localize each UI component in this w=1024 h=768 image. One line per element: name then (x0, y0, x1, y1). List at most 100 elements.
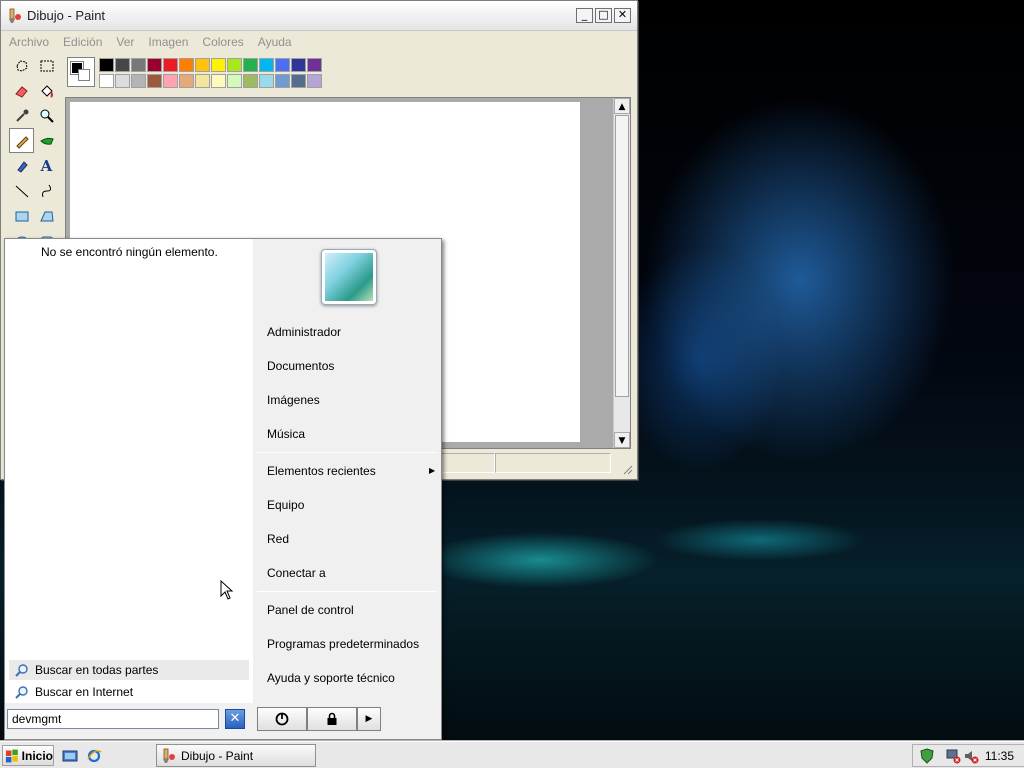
color-swatch[interactable] (307, 74, 322, 88)
color-swatch[interactable] (179, 74, 194, 88)
color-swatch[interactable] (99, 74, 114, 88)
window-title: Dibujo - Paint (27, 8, 106, 23)
start-search-input[interactable]: devmgmt (7, 709, 219, 729)
menu-item-imagenes[interactable]: Imágenes (267, 393, 320, 407)
menu-item-programas-predeterminados[interactable]: Programas predeterminados (267, 637, 419, 651)
title-bar[interactable]: Dibujo - Paint _ □ ✕ (1, 1, 637, 31)
menu-item-documentos[interactable]: Documentos (267, 359, 334, 373)
scroll-down-icon[interactable]: ▼ (614, 432, 630, 448)
menu-item-administrador[interactable]: Administrador (267, 325, 341, 339)
color-swatch[interactable] (115, 58, 130, 72)
free-select-icon[interactable] (9, 53, 34, 78)
fill-icon[interactable] (34, 78, 59, 103)
menu-item-equipo[interactable]: Equipo (267, 498, 304, 512)
menu-item-panel-de-control[interactable]: Panel de control (267, 603, 354, 617)
menu-edicion[interactable]: Edición (63, 35, 102, 49)
menu-item-red[interactable]: Red (267, 532, 289, 546)
lock-icon (327, 712, 337, 725)
power-button[interactable] (257, 707, 307, 731)
menu-item-musica[interactable]: Música (267, 427, 305, 441)
menu-ver[interactable]: Ver (116, 35, 134, 49)
show-desktop-icon[interactable] (62, 748, 78, 764)
search-internet-link[interactable]: Buscar en Internet (9, 682, 249, 702)
menu-item-elementos-recientes[interactable]: Elementos recientes (267, 464, 376, 478)
text-icon[interactable]: A (34, 153, 59, 178)
magnifier-icon[interactable] (34, 103, 59, 128)
menu-item-conectar-a[interactable]: Conectar a (267, 566, 326, 580)
color-swatch[interactable] (291, 58, 306, 72)
menu-item-ayuda-soporte[interactable]: Ayuda y soporte técnico (267, 671, 395, 685)
color-swatch[interactable] (163, 74, 178, 88)
start-button[interactable]: Inicio (2, 745, 54, 766)
color-picker-icon[interactable] (9, 103, 34, 128)
status-cell (441, 453, 495, 473)
color-swatch[interactable] (195, 74, 210, 88)
taskbar-paint-button[interactable]: Dibujo - Paint (156, 744, 316, 767)
color-swatch[interactable] (195, 58, 210, 72)
text-tool-glyph: A (40, 156, 53, 175)
color-swatch[interactable] (131, 58, 146, 72)
start-label: Inicio (21, 748, 53, 763)
clear-search-button[interactable]: ✕ (225, 709, 245, 729)
security-shield-icon[interactable] (919, 747, 935, 764)
menu-ayuda[interactable]: Ayuda (258, 35, 292, 49)
menu-colores[interactable]: Colores (202, 35, 243, 49)
color-swatch[interactable] (179, 58, 194, 72)
color-swatch[interactable] (243, 58, 258, 72)
color-swatch[interactable] (275, 74, 290, 88)
maximize-button[interactable]: □ (595, 8, 612, 23)
separator (257, 452, 437, 453)
power-icon (275, 712, 289, 726)
color-swatch[interactable] (227, 58, 242, 72)
submenu-arrow-icon: ▶ (429, 466, 436, 475)
current-colors[interactable] (67, 57, 95, 87)
vertical-scrollbar[interactable]: ▲ ▼ (613, 98, 630, 448)
rectangle-icon[interactable] (9, 203, 34, 228)
pencil-icon[interactable] (9, 128, 34, 153)
color-swatch[interactable] (259, 58, 274, 72)
eraser-icon[interactable] (9, 78, 34, 103)
lock-button[interactable] (307, 707, 357, 731)
scroll-thumb[interactable] (615, 115, 629, 397)
menu-archivo[interactable]: Archivo (9, 35, 49, 49)
color-swatch[interactable] (211, 58, 226, 72)
search-internet-label: Buscar en Internet (35, 685, 134, 699)
polygon-icon[interactable] (34, 203, 59, 228)
color-swatch[interactable] (147, 74, 162, 88)
line-icon[interactable] (9, 178, 34, 203)
color-swatch[interactable] (291, 74, 306, 88)
clock: 11:35 (984, 748, 1014, 763)
search-everywhere-link[interactable]: Buscar en todas partes (9, 660, 249, 680)
volume-muted-icon[interactable] (963, 748, 979, 764)
color-swatch[interactable] (99, 58, 114, 72)
minimize-button[interactable]: _ (576, 8, 593, 23)
power-options-arrow-button[interactable]: ▶ (357, 707, 381, 731)
rect-select-icon[interactable] (34, 53, 59, 78)
close-button[interactable]: ✕ (614, 8, 631, 23)
color-swatch[interactable] (211, 74, 226, 88)
user-picture[interactable] (321, 249, 377, 305)
no-results-text: No se encontró ningún elemento. (41, 245, 218, 259)
status-cell (495, 453, 611, 473)
color-swatch[interactable] (163, 58, 178, 72)
network-disconnected-icon[interactable] (945, 748, 961, 764)
paint-app-icon (9, 8, 21, 23)
color-swatch[interactable] (115, 74, 130, 88)
menu-imagen[interactable]: Imagen (148, 35, 188, 49)
start-menu-power-buttons: ▶ (257, 707, 381, 731)
airbrush-icon[interactable] (9, 153, 34, 178)
brush-icon[interactable] (34, 128, 59, 153)
color-swatch[interactable] (275, 58, 290, 72)
color-swatch[interactable] (227, 74, 242, 88)
color-swatch[interactable] (259, 74, 274, 88)
color-swatch[interactable] (307, 58, 322, 72)
windows-logo-icon (5, 749, 18, 762)
color-swatch[interactable] (243, 74, 258, 88)
color-swatch[interactable] (131, 74, 146, 88)
scroll-up-icon[interactable]: ▲ (614, 98, 630, 114)
color-swatch[interactable] (147, 58, 162, 72)
internet-explorer-icon[interactable] (86, 748, 102, 764)
start-menu: No se encontró ningún elemento. Buscar e… (4, 238, 442, 740)
curve-icon[interactable] (34, 178, 59, 203)
resize-grip-icon[interactable] (611, 453, 633, 475)
